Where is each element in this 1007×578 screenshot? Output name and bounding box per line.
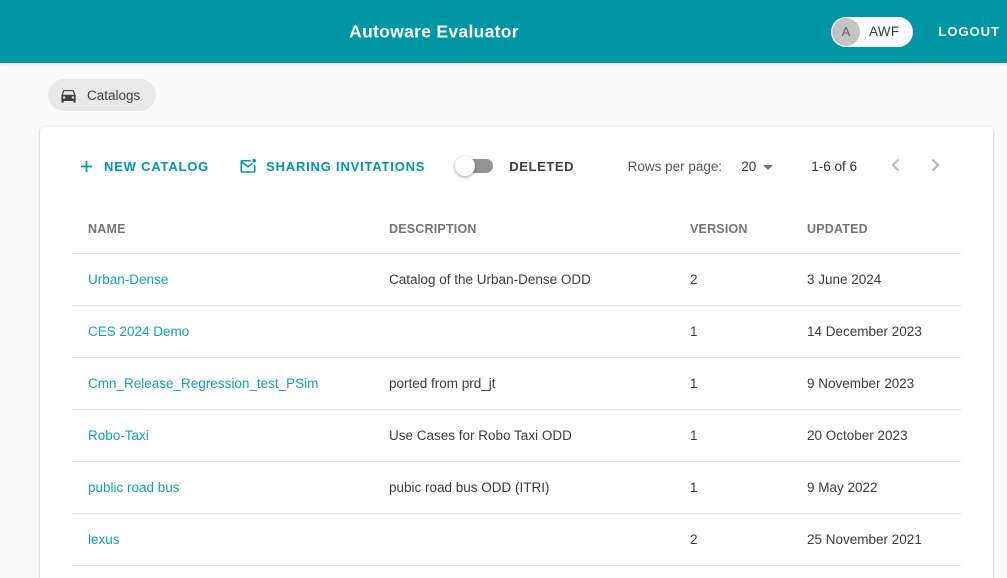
cell-name: public road bus	[72, 480, 373, 495]
new-catalog-button[interactable]: NEW CATALOG	[70, 150, 217, 183]
cell-version: 1	[690, 428, 698, 443]
table-body: Urban-Dense Catalog of the Urban-Dense OD…	[72, 254, 961, 566]
breadcrumb-label: Catalogs	[87, 87, 141, 103]
catalog-link[interactable]: lexus	[88, 532, 120, 547]
cell-version: 1	[690, 324, 698, 339]
catalogs-table: NAME DESCRIPTION VERSION UPDATED Urban-Dens…	[72, 205, 961, 566]
app-title: Autoware Evaluator	[349, 21, 519, 41]
page-range-label: 1-6 of 6	[811, 158, 857, 174]
cell-updated: 25 November 2021	[807, 532, 922, 547]
chevron-down-icon	[763, 164, 774, 170]
cell-version: 1	[690, 376, 698, 391]
catalog-link[interactable]: Robo-Taxi	[88, 428, 149, 443]
column-header-version: VERSION	[690, 222, 748, 236]
sharing-invitations-label: SHARING INVITATIONS	[266, 158, 426, 174]
cell-version: 2	[690, 532, 698, 547]
rows-per-page-select[interactable]: 20	[741, 158, 774, 174]
table-row: public road bus pubic road bus ODD (ITRI)…	[72, 462, 961, 514]
breadcrumb-catalogs[interactable]: Catalogs	[48, 79, 157, 111]
cell-version: 2	[690, 272, 698, 287]
cell-description: ported from prd_jt	[389, 376, 496, 391]
toggle-thumb	[455, 156, 476, 176]
cell-description: pubic road bus ODD (ITRI)	[389, 480, 550, 495]
header-actions: A AWF LOGOUT	[830, 0, 1000, 63]
cell-updated: 9 May 2022	[807, 480, 878, 495]
mail-unread-icon	[239, 157, 257, 175]
previous-page-button[interactable]	[884, 153, 908, 180]
rows-per-page-label: Rows per page:	[627, 158, 723, 174]
catalogs-toolbar: NEW CATALOG SHARING INVITATIONS DELETED …	[40, 127, 993, 205]
column-header-name: NAME	[88, 222, 126, 236]
app-header: Autoware Evaluator A AWF LOGOUT	[0, 0, 1007, 63]
table-row: lexus 2 25 November 2021	[72, 514, 961, 566]
logout-button[interactable]: LOGOUT	[938, 24, 1000, 39]
rows-per-page-value: 20	[741, 158, 757, 174]
catalog-link[interactable]: public road bus	[88, 480, 180, 495]
cell-updated: 14 December 2023	[807, 324, 922, 339]
catalogs-card: NEW CATALOG SHARING INVITATIONS DELETED …	[40, 127, 993, 578]
sharing-invitations-button[interactable]: SHARING INVITATIONS	[231, 149, 433, 183]
table-row: Cmn_Release_Regression_test_PSim ported f…	[72, 358, 961, 410]
avatar: A	[831, 17, 860, 46]
cell-updated: 9 November 2023	[807, 376, 915, 391]
plus-icon	[78, 158, 95, 175]
catalog-link[interactable]: CES 2024 Demo	[88, 324, 189, 339]
column-header-updated: UPDATED	[807, 222, 868, 236]
cell-updated: 20 October 2023	[807, 428, 908, 443]
table-row: CES 2024 Demo 1 14 December 2023	[72, 306, 961, 358]
deleted-toggle-label: DELETED	[509, 158, 575, 174]
next-page-button[interactable]	[923, 153, 947, 180]
table-header-row: NAME DESCRIPTION VERSION UPDATED	[72, 205, 961, 254]
cell-version: 1	[690, 480, 698, 495]
car-icon	[59, 86, 78, 105]
user-chip-label: AWF	[868, 24, 900, 39]
cell-description: Catalog of the Urban-Dense ODD	[389, 272, 591, 287]
cell-description: Use Cases for Robo Taxi ODD	[389, 428, 572, 443]
deleted-toggle-group: DELETED	[455, 156, 574, 176]
cell-name: Cmn_Release_Regression_test_PSim	[72, 376, 373, 391]
column-header-description: DESCRIPTION	[389, 222, 477, 236]
table-row: Urban-Dense Catalog of the Urban-Dense OD…	[72, 254, 961, 306]
deleted-toggle[interactable]	[455, 156, 494, 176]
cell-name: Urban-Dense	[72, 272, 373, 287]
cell-updated: 3 June 2024	[807, 272, 882, 287]
catalog-link[interactable]: Urban-Dense	[88, 272, 168, 287]
cell-name: CES 2024 Demo	[72, 324, 373, 339]
pagination: Rows per page: 20 1-6 of 6	[628, 153, 947, 180]
catalog-link[interactable]: Cmn_Release_Regression_test_PSim	[88, 376, 318, 391]
cell-name: lexus	[72, 532, 373, 547]
table-row: Robo-Taxi Use Cases for Robo Taxi ODD 1 20 …	[72, 410, 961, 462]
new-catalog-label: NEW CATALOG	[104, 158, 210, 174]
cell-name: Robo-Taxi	[72, 428, 373, 443]
user-chip[interactable]: A AWF	[830, 16, 914, 47]
